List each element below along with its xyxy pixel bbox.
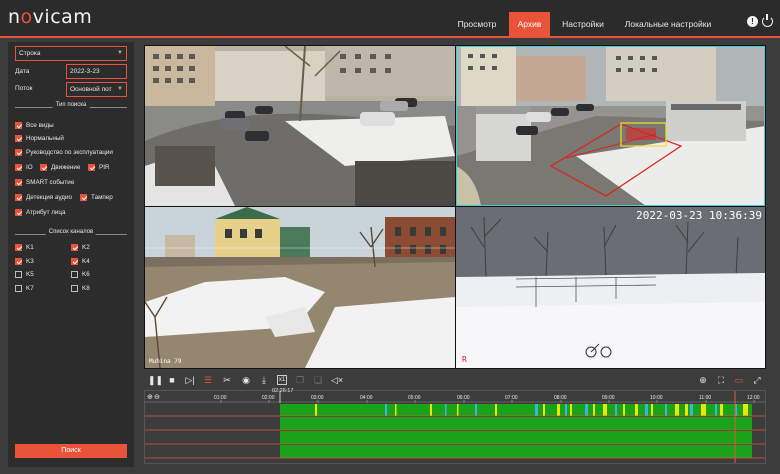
- checkbox-audio-detection[interactable]: [15, 194, 22, 201]
- video-grid: Muhina 79 2022-03-23 10:36:39 R: [144, 45, 766, 369]
- checkbox-k4[interactable]: [71, 258, 78, 265]
- label-io: IO: [26, 164, 33, 171]
- camera-3-osd: Muhina 79: [149, 358, 182, 365]
- search-type-title: Тип поиска: [52, 102, 90, 108]
- stream-select[interactable]: Основной пот ▼: [66, 82, 127, 97]
- x1-icon[interactable]: x1: [277, 375, 287, 385]
- app-window: novicam Просмотр Архив Настройки Локальн…: [0, 0, 780, 474]
- checkbox-normal[interactable]: [15, 135, 22, 142]
- checkbox-k2[interactable]: [71, 244, 78, 251]
- timeline[interactable]: ⊕ ⊖ 02:26:17 01:00 02:00 03:00 04:00 05:…: [144, 388, 766, 464]
- label-k3: K3: [26, 258, 34, 265]
- checkbox-pir[interactable]: [88, 164, 95, 171]
- checkbox-k8[interactable]: [71, 285, 78, 292]
- search-sidebar: Строка ▼ Дата 2022-3-23 Поток Основной по…: [8, 42, 134, 467]
- label-k1: K1: [26, 244, 34, 251]
- search-button[interactable]: Поиск: [15, 444, 127, 458]
- label-normal: Нормальный: [26, 135, 64, 142]
- channel-list-section: Список каналов: [15, 229, 127, 239]
- novicam-logo: novicam: [8, 6, 93, 28]
- power-icon[interactable]: [762, 14, 773, 27]
- checkbox-smart-event[interactable]: [15, 179, 22, 186]
- label-k7: K7: [26, 285, 34, 292]
- date-label: Дата: [15, 68, 30, 75]
- camera-2-image: [456, 46, 765, 206]
- chevron-down-icon: ▼: [117, 50, 123, 56]
- pause-icon[interactable]: ❚❚: [148, 374, 163, 386]
- nav-live-view[interactable]: Просмотр: [452, 12, 502, 36]
- label-pir: PIR: [99, 164, 110, 171]
- zoom-in-icon[interactable]: ⊕: [697, 374, 709, 386]
- camera-4-image: [456, 207, 765, 368]
- checkbox-k6[interactable]: [71, 271, 78, 278]
- checkbox-manual[interactable]: [15, 149, 22, 156]
- mode-select[interactable]: Строка ▼: [15, 46, 127, 61]
- clip-icon[interactable]: ✂: [221, 374, 233, 386]
- camera-3-image: [145, 207, 455, 368]
- label-all-types: Все виды: [26, 122, 54, 129]
- label-manual: Руководство по эксплуатации: [26, 149, 113, 156]
- paste-icon[interactable]: ❏: [312, 374, 324, 386]
- step-forward-icon[interactable]: ▷|: [184, 374, 196, 386]
- checkbox-k7[interactable]: [15, 285, 22, 292]
- label-audio-detection: Детекция аудио: [26, 194, 72, 201]
- checkbox-face-attribute[interactable]: [15, 209, 22, 216]
- label-k5: K5: [26, 271, 34, 278]
- playback-toolbar: ❚❚ ■ ▷| ☰ ✂ ◉ ⤓ x1 ❐ ❏ ◁× ⊕ ⛶ ▭ ⤢: [144, 371, 766, 389]
- stream-label: Поток: [15, 85, 33, 92]
- checkbox-io[interactable]: [15, 164, 22, 171]
- layout-icon[interactable]: ▭: [733, 374, 745, 386]
- checkbox-all-types[interactable]: [15, 122, 22, 129]
- fit-icon[interactable]: ⛶: [715, 374, 727, 386]
- checkbox-k5[interactable]: [15, 271, 22, 278]
- label-k6: K6: [82, 271, 90, 278]
- camera-1-image: [145, 46, 455, 206]
- stop-icon[interactable]: ■: [166, 374, 178, 386]
- nav-local-settings[interactable]: Локальные настройки: [618, 12, 718, 36]
- label-k2: K2: [82, 244, 90, 251]
- label-motion: Движение: [51, 164, 81, 171]
- chevron-down-icon: ▼: [117, 86, 123, 92]
- date-field[interactable]: 2022-3-23: [66, 64, 127, 79]
- label-tamper: Тампер: [91, 194, 113, 201]
- adjust-icon[interactable]: ☰: [202, 374, 214, 386]
- mute-icon[interactable]: ◁×: [331, 374, 343, 386]
- fullscreen-icon[interactable]: ⤢: [751, 374, 763, 386]
- timeline-tracks: [145, 391, 765, 463]
- checkbox-motion[interactable]: [40, 164, 47, 171]
- checkbox-k3[interactable]: [15, 258, 22, 265]
- label-k8: K8: [82, 285, 90, 292]
- snapshot-icon[interactable]: ◉: [240, 374, 252, 386]
- alert-icon[interactable]: !: [747, 16, 758, 27]
- camera-view-2[interactable]: [456, 46, 765, 206]
- label-face-attribute: Атрибут лица: [26, 209, 66, 216]
- camera-4-timestamp: 2022-03-23 10:36:39: [636, 209, 762, 222]
- camera-view-4[interactable]: 2022-03-23 10:36:39 R: [456, 207, 765, 368]
- checkbox-k1[interactable]: [15, 244, 22, 251]
- nav-settings[interactable]: Настройки: [558, 12, 608, 36]
- label-smart-event: SMART событие: [26, 179, 75, 186]
- checkbox-tamper[interactable]: [80, 194, 87, 201]
- copy-icon[interactable]: ❐: [294, 374, 306, 386]
- nav-archive[interactable]: Архив: [509, 12, 550, 36]
- camera-view-3[interactable]: Muhina 79: [145, 207, 455, 368]
- top-bar: novicam Просмотр Архив Настройки Локальн…: [0, 0, 780, 38]
- download-icon[interactable]: ⤓: [258, 374, 270, 386]
- search-type-section: Тип поиска: [15, 102, 127, 112]
- channel-list-title: Список каналов: [45, 229, 97, 235]
- camera-view-1[interactable]: [145, 46, 455, 206]
- camera-4-record-flag: R: [462, 355, 467, 364]
- label-k4: K4: [82, 258, 90, 265]
